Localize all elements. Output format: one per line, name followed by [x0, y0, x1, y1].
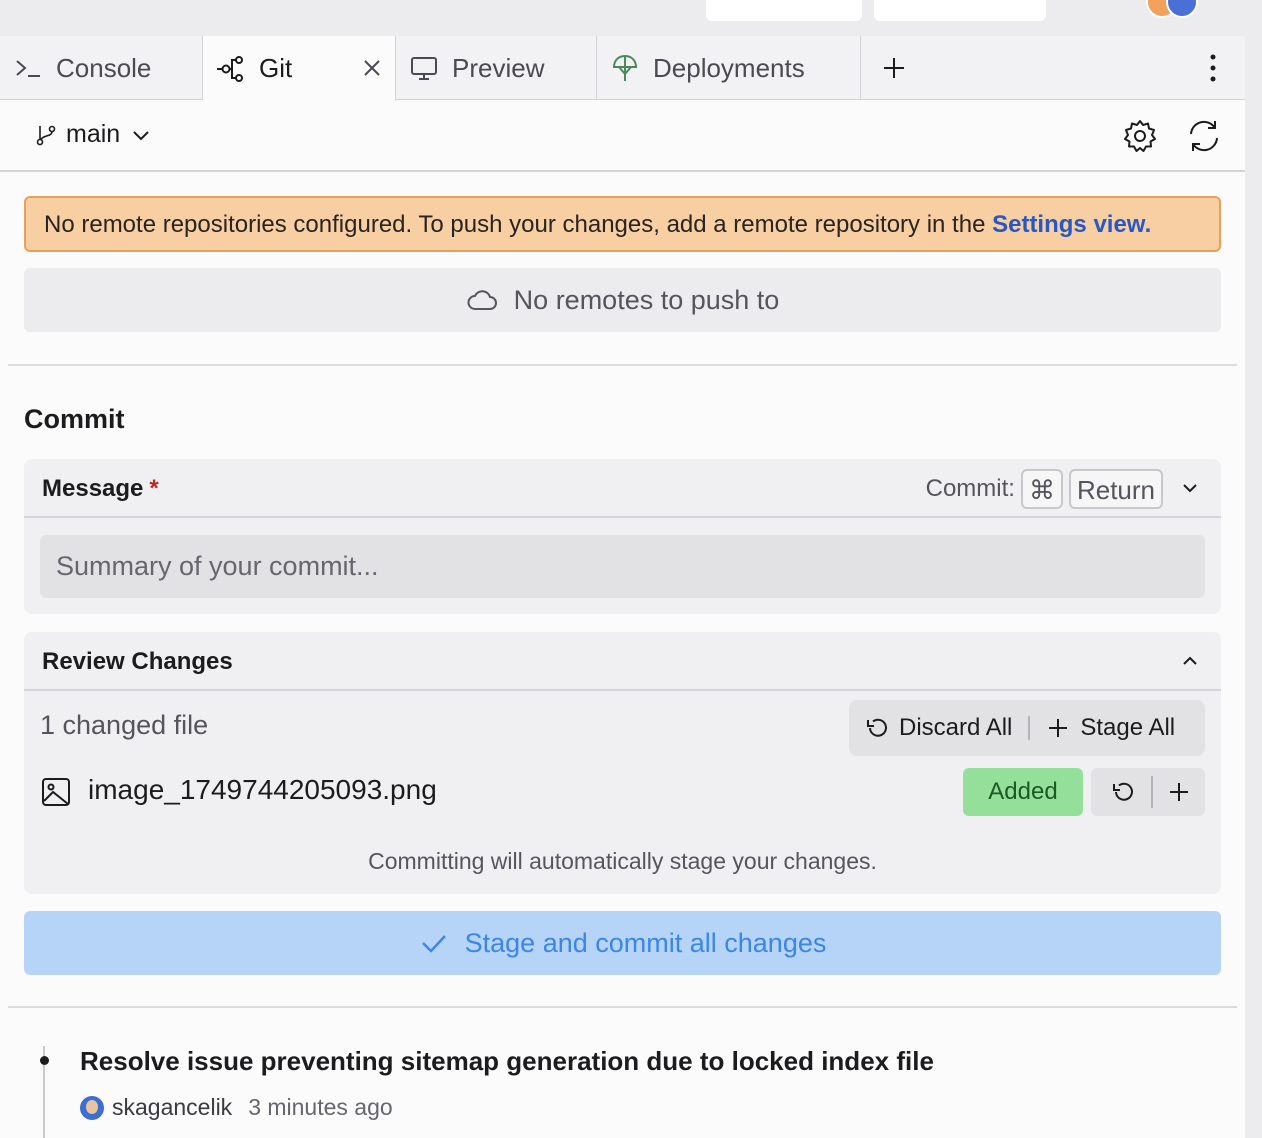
command-key: ⌘	[1020, 469, 1063, 509]
message-header: Message * Commit: ⌘ Return	[24, 459, 1221, 518]
git-panel: Console Git Preview Deployments main No …	[0, 36, 1245, 1138]
commit-message-input[interactable]	[40, 535, 1205, 598]
divider	[8, 1006, 1237, 1008]
commit-shortcut-hint: Commit: ⌘ Return	[926, 469, 1163, 509]
commit-history-title[interactable]: Resolve issue preventing sitemap generat…	[80, 1046, 934, 1077]
review-title: Review Changes	[42, 648, 233, 675]
separator	[1151, 776, 1153, 808]
avatar	[80, 1095, 104, 1120]
tab-label: Git	[259, 53, 293, 83]
shortcut-label: Commit:	[925, 475, 1015, 502]
review-header[interactable]: Review Changes	[24, 632, 1221, 691]
undo-icon	[867, 718, 887, 737]
stage-all-button[interactable]: Stage All	[1030, 714, 1191, 742]
settings-gear-icon[interactable]	[1122, 118, 1158, 154]
discard-all-label: Discard All	[899, 714, 1013, 741]
tab-deployments[interactable]: Deployments	[597, 36, 861, 100]
warning-text: No remote repositories configured. To pu…	[44, 211, 986, 238]
top-toolbar-strip	[0, 0, 1262, 36]
plus-icon	[1049, 719, 1068, 737]
commit-dot	[40, 1056, 49, 1065]
tab-preview[interactable]: Preview	[396, 36, 597, 100]
status-badge: Added	[963, 768, 1083, 816]
stage-and-commit-label: Stage and commit all changes	[464, 927, 827, 958]
no-remotes-label: No remotes to push to	[513, 284, 780, 315]
chevron-down-icon	[133, 130, 149, 140]
tab-label: Preview	[452, 52, 545, 83]
chevron-down-icon[interactable]	[1179, 477, 1201, 499]
commit-meta: skagancelik 3 minutes ago	[80, 1094, 393, 1121]
more-vertical-icon[interactable]	[1200, 52, 1226, 84]
tab-console[interactable]: Console	[0, 36, 203, 100]
deployments-icon	[612, 54, 638, 81]
divider	[8, 364, 1237, 366]
tab-label: Deployments	[653, 52, 805, 83]
commit-author: skagancelik	[112, 1094, 233, 1120]
tab-label: Console	[56, 52, 152, 83]
changed-file-count: 1 changed file	[40, 710, 209, 740]
add-tab-icon[interactable]	[880, 54, 908, 82]
message-label: Message *	[42, 475, 159, 502]
changed-file-row[interactable]: image_1749744205093.png Added	[40, 768, 1205, 816]
monitor-icon	[411, 57, 437, 80]
close-icon[interactable]	[359, 55, 385, 81]
branch-icon	[36, 125, 56, 145]
tab-git[interactable]: Git	[203, 36, 396, 101]
return-key: Return	[1068, 469, 1163, 509]
git-icon	[217, 55, 243, 82]
review-changes-card: Review Changes 1 changed file Discard Al…	[24, 632, 1221, 894]
tab-bar: Console Git Preview Deployments	[0, 36, 1245, 101]
discard-all-button[interactable]: Discard All	[849, 714, 1028, 742]
branch-selector[interactable]: main	[34, 120, 160, 149]
check-icon	[421, 935, 446, 953]
file-actions	[1091, 768, 1205, 816]
top-toolbar-button[interactable]	[874, 0, 1046, 21]
discard-file-icon[interactable]	[1111, 780, 1135, 804]
stage-all-label: Stage All	[1080, 714, 1176, 741]
commit-section-title: Commit	[24, 404, 125, 434]
auto-stage-note: Committing will automatically stage your…	[368, 848, 877, 874]
console-icon	[16, 60, 40, 77]
branch-bar: main	[0, 100, 1245, 172]
refresh-icon[interactable]	[1186, 118, 1222, 154]
chevron-up-icon[interactable]	[1179, 650, 1201, 672]
commit-time: 3 minutes ago	[248, 1094, 393, 1120]
cloud-icon	[467, 290, 497, 310]
top-toolbar-button[interactable]	[706, 0, 862, 21]
no-remote-warning: No remote repositories configured. To pu…	[24, 196, 1221, 252]
required-marker: *	[149, 475, 159, 502]
bulk-actions: Discard All Stage All	[849, 700, 1205, 756]
stage-file-icon[interactable]	[1167, 780, 1191, 804]
branch-name: main	[66, 120, 121, 148]
commit-message-card: Message * Commit: ⌘ Return	[24, 459, 1221, 614]
stage-and-commit-button[interactable]: Stage and commit all changes	[24, 911, 1221, 975]
no-remotes-notice: No remotes to push to	[24, 268, 1221, 332]
image-icon	[42, 778, 70, 806]
file-name: image_1749744205093.png	[88, 774, 437, 805]
settings-view-link[interactable]: Settings view.	[992, 211, 1151, 238]
